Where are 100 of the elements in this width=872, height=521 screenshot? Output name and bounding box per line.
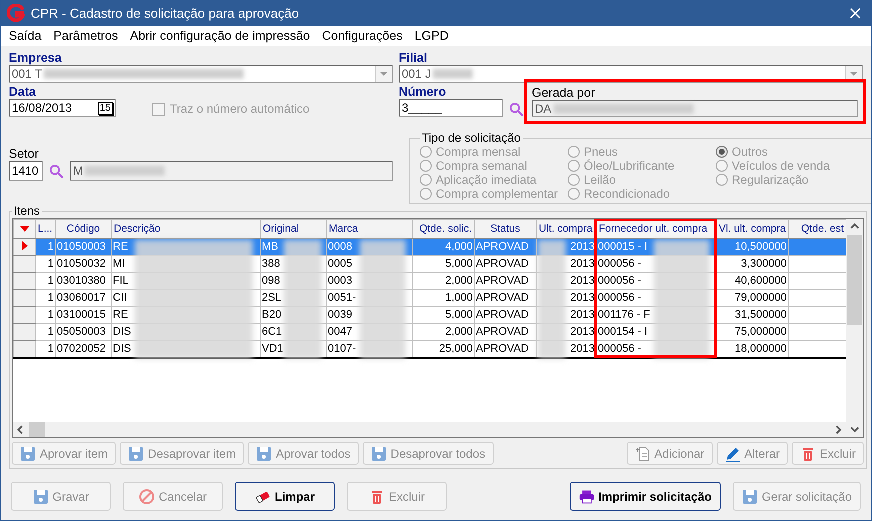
table-cell: 2013 bbox=[570, 343, 595, 355]
sector-code-field[interactable]: 1410 bbox=[9, 161, 44, 181]
column-header[interactable]: Vl. ult. compra bbox=[716, 220, 788, 238]
add-document-icon bbox=[634, 446, 651, 462]
table-cell: 1 bbox=[48, 309, 54, 321]
table-cell: 1,000 bbox=[445, 292, 473, 304]
number-field[interactable]: 3_____ bbox=[399, 99, 503, 117]
search-icon[interactable] bbox=[509, 102, 524, 117]
menu-item[interactable]: Abrir configuração de impressão bbox=[124, 29, 316, 43]
table-cell: 25,000 bbox=[439, 343, 473, 355]
table-cell: VD1 bbox=[262, 343, 284, 355]
close-icon[interactable] bbox=[850, 8, 861, 18]
column-header[interactable]: Código bbox=[56, 220, 112, 238]
menu-item[interactable]: Saída bbox=[3, 29, 48, 43]
table-cell: 6C1 bbox=[262, 326, 282, 338]
sector-name-field: M bbox=[70, 161, 393, 181]
table-cell: 0039 bbox=[328, 309, 352, 321]
company-dropdown[interactable]: 001 T bbox=[9, 65, 393, 83]
table-cell: 000015 - I bbox=[598, 241, 648, 253]
horizontal-scrollbar[interactable] bbox=[13, 422, 846, 437]
table-cell: APROVAD bbox=[476, 241, 529, 253]
table-cell: 40,600000 bbox=[735, 275, 787, 287]
window-title: CPR - Cadastro de solicitação para aprovação bbox=[31, 6, 300, 20]
table-cell: 31,500000 bbox=[735, 309, 787, 321]
field-label: Filial bbox=[399, 51, 428, 65]
table-cell: APROVAD bbox=[476, 309, 529, 321]
table-cell: MB bbox=[262, 241, 278, 253]
table-cell: 0005 bbox=[328, 258, 352, 270]
table-cell: 2013 bbox=[570, 258, 595, 270]
group-title: Tipo de solicitação bbox=[421, 131, 522, 145]
pencil-icon bbox=[724, 446, 741, 462]
column-header[interactable]: Marca bbox=[326, 220, 412, 238]
table-cell: 1 bbox=[48, 258, 54, 270]
date-field[interactable]: 16/08/2013 15 bbox=[9, 99, 116, 117]
table-cell: APROVAD bbox=[476, 258, 529, 270]
table-cell: 18,000000 bbox=[735, 343, 787, 355]
table-cell: 10,500000 bbox=[735, 241, 787, 253]
prohibited-icon bbox=[138, 488, 155, 504]
menu-item[interactable]: Configurações bbox=[316, 29, 409, 43]
table-cell: 000056 - bbox=[598, 343, 642, 355]
scrollbar-thumb[interactable] bbox=[847, 235, 862, 325]
table-cell: 3,300000 bbox=[741, 258, 787, 270]
table-cell: DIS bbox=[113, 343, 132, 355]
table-cell: 5,000 bbox=[445, 258, 473, 270]
table-cell: 1 bbox=[48, 343, 54, 355]
column-header[interactable]: Qtde. est bbox=[788, 220, 846, 238]
table-cell: 2013 bbox=[570, 326, 595, 338]
table-cell: 1 bbox=[48, 326, 54, 338]
table-cell: 0047 bbox=[328, 326, 352, 338]
column-header[interactable]: Ult. compra bbox=[536, 220, 596, 238]
table-cell: 5,000 bbox=[445, 309, 473, 321]
table-cell: APROVAD bbox=[476, 275, 529, 287]
table-cell: 03060017 bbox=[57, 292, 106, 304]
table-cell: 07020052 bbox=[57, 343, 106, 355]
field-label: Setor bbox=[9, 147, 40, 161]
table-cell: DIS bbox=[113, 326, 132, 338]
table-cell: 000056 - bbox=[598, 258, 642, 270]
table-cell: 03010380 bbox=[57, 275, 106, 287]
table-cell: 0051- bbox=[328, 292, 356, 304]
column-header[interactable]: Qtde. solic. bbox=[412, 220, 474, 238]
column-header[interactable]: Descrição bbox=[112, 220, 260, 238]
column-header[interactable]: L... bbox=[36, 220, 56, 238]
table-cell: APROVAD bbox=[476, 292, 529, 304]
table-cell: RE bbox=[113, 241, 128, 253]
table-cell: 2013 bbox=[570, 241, 595, 253]
print-button[interactable]: Imprimir solicitação bbox=[570, 482, 721, 511]
column-header[interactable]: Status bbox=[474, 220, 536, 238]
field-label: Data bbox=[9, 85, 38, 99]
table-cell: 0003 bbox=[328, 275, 352, 287]
vertical-scrollbar[interactable] bbox=[846, 219, 863, 437]
table-cell: 1 bbox=[48, 275, 54, 287]
menu-item[interactable]: Parâmetros bbox=[48, 29, 124, 43]
column-header[interactable]: Original bbox=[260, 220, 326, 238]
clear-button[interactable]: Limpar bbox=[235, 482, 335, 511]
app-logo-icon bbox=[7, 4, 25, 22]
scrollbar-thumb[interactable] bbox=[29, 422, 45, 437]
table-cell: APROVAD bbox=[476, 343, 529, 355]
table-cell: 2013 bbox=[570, 309, 595, 321]
search-icon[interactable] bbox=[49, 164, 64, 178]
table-cell: FIL bbox=[113, 275, 129, 287]
field-label: Número bbox=[399, 85, 448, 99]
table-cell: 2SL bbox=[262, 292, 282, 304]
table-cell: 098 bbox=[262, 275, 280, 287]
table-cell: 2,000 bbox=[445, 275, 473, 287]
table-cell: 0107- bbox=[328, 343, 356, 355]
calendar-button[interactable]: 15 bbox=[98, 102, 113, 114]
table-cell: 000056 - bbox=[598, 292, 642, 304]
table-cell: MI bbox=[113, 258, 126, 270]
table-cell: 75,000000 bbox=[735, 326, 787, 338]
table-cell: 79,000000 bbox=[735, 292, 787, 304]
table-cell: 01050003 bbox=[57, 241, 106, 253]
table-cell: 000056 - bbox=[598, 275, 642, 287]
table-cell: 2013 bbox=[570, 292, 595, 304]
table-cell: 000154 - I bbox=[598, 326, 648, 338]
printer-icon bbox=[578, 488, 595, 504]
sort-arrow-icon[interactable] bbox=[20, 226, 30, 232]
menu-item[interactable]: LGPD bbox=[408, 29, 455, 43]
table-cell: 001176 - F bbox=[598, 309, 650, 321]
table-cell: 1 bbox=[48, 241, 54, 253]
table-cell: 0008 bbox=[328, 241, 352, 253]
